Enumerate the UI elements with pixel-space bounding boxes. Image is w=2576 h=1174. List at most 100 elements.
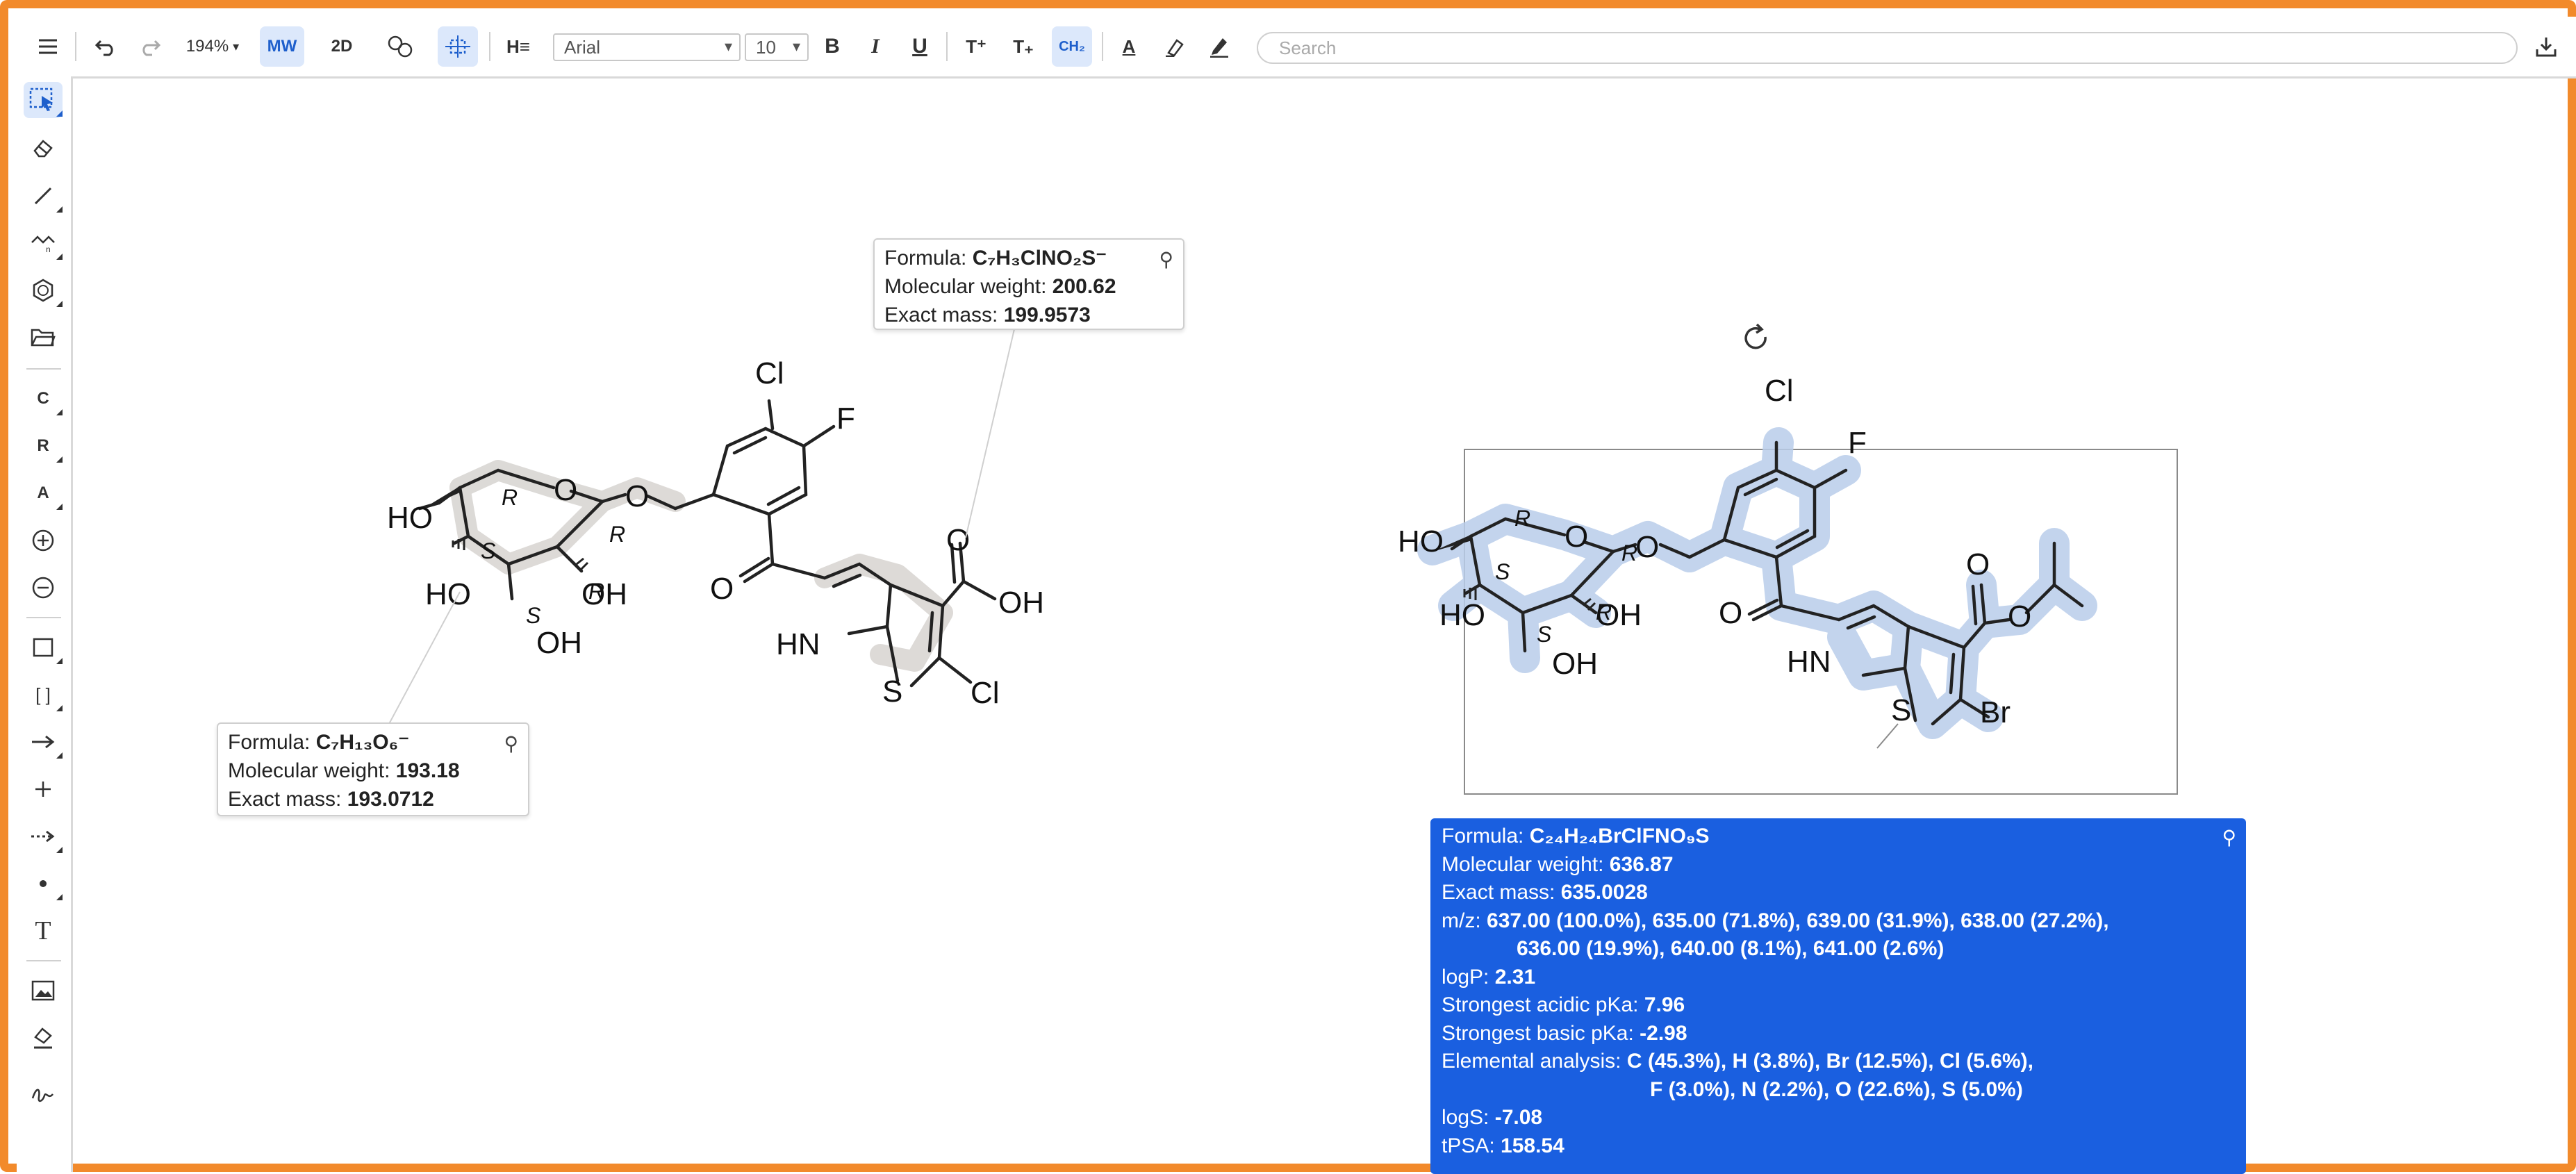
open-icon[interactable] [24, 320, 63, 356]
image-icon[interactable] [24, 973, 63, 1009]
acidic-pka-value: 7.96 [1644, 993, 1685, 1016]
dotted-arrow-icon[interactable] [24, 818, 63, 854]
font-size-select[interactable]: 10 ▾ [745, 33, 809, 61]
chain-icon[interactable]: n [24, 225, 63, 261]
italic-icon: I [871, 35, 880, 58]
download-icon[interactable] [2529, 26, 2563, 67]
dot-icon[interactable] [24, 866, 63, 902]
property-row: Formula: C₂₄H₂₄BrClFNO₉S [1442, 822, 2235, 851]
property-row: Strongest basic pKa: -2.98 [1442, 1020, 2235, 1048]
bracket-label: [ ] [35, 684, 51, 705]
search-input[interactable]: Search [1257, 32, 2518, 64]
bold-icon: B [825, 35, 840, 58]
bold-button[interactable]: B [817, 26, 848, 67]
formula-label: CH₂ [1059, 38, 1085, 54]
font-family-select[interactable]: Arial ▾ [553, 33, 741, 61]
pen-icon[interactable] [1202, 26, 1237, 67]
logp-value: 2.31 [1494, 965, 1536, 989]
subscript-label: T₊ [1013, 35, 1034, 57]
plus-charge-icon[interactable] [24, 522, 63, 559]
logs-value: -7.08 [1494, 1106, 1543, 1129]
plus-icon[interactable] [24, 771, 63, 807]
minus-charge-icon[interactable] [24, 570, 63, 606]
atom-c-button[interactable]: C [24, 381, 63, 417]
right-molecule-highlight [1417, 427, 2097, 739]
expand-icon [56, 658, 63, 664]
acidic-pka-label: Strongest acidic pKa: [1442, 993, 1639, 1016]
bond-icon[interactable] [24, 178, 63, 214]
signature-icon[interactable] [24, 1077, 63, 1113]
mz-value: 636.00 (19.9%), 640.00 (8.1%), 641.00 (2… [1517, 937, 1945, 960]
property-row: tPSA: 158.54 [1442, 1132, 2235, 1161]
atom-label: F [1848, 426, 1867, 460]
redo-icon[interactable] [132, 26, 167, 67]
elemental-value: F (3.0%), N (2.2%), O (22.6%), S (5.0%) [1650, 1077, 2023, 1101]
center-icon[interactable] [438, 26, 478, 67]
molecule-properties-panel: Formula: C₂₄H₂₄BrClFNO₉S Molecular weigh… [1430, 818, 2246, 1174]
tpsa-value: 158.54 [1501, 1134, 1564, 1157]
atom-label: HO [1439, 598, 1485, 632]
basic-pka-label: Strongest basic pKa: [1442, 1021, 1634, 1045]
elemental-label: Elemental analysis: [1442, 1050, 1621, 1073]
toolbar-divider [26, 368, 61, 370]
ring-icon[interactable] [24, 272, 63, 308]
stereo-label: S [1495, 559, 1510, 584]
atom-r-label: R [37, 436, 49, 455]
mw-toggle[interactable]: MW [260, 26, 304, 67]
clean-icon[interactable] [381, 26, 420, 67]
mw-label: MW [267, 37, 297, 56]
marker-icon[interactable] [1157, 26, 1192, 67]
atom-c-label: C [37, 389, 49, 408]
logs-label: logS: [1442, 1106, 1489, 1129]
menu-icon[interactable] [31, 26, 65, 67]
eraser-icon[interactable] [24, 131, 63, 167]
underline-button[interactable]: U [905, 26, 935, 67]
atom-label: O [1564, 520, 1588, 554]
paint-icon[interactable] [24, 1020, 63, 1056]
text-color-button[interactable]: A [1112, 26, 1146, 67]
mz-label: m/z: [1442, 909, 1481, 932]
drawing-canvas[interactable]: HO O O Cl F O OH O HN S Cl HO OH OH R R … [73, 78, 2576, 1174]
text-color-label: A [1122, 35, 1136, 57]
text-tool-label: T [35, 916, 51, 945]
toolbar-divider [26, 960, 61, 961]
atom-r-button[interactable]: R [24, 428, 63, 464]
app-frame: 194% ▾ MW 2D H≡ Arial ▾ 10 ▾ B I U T⁺ T₊ CH… [0, 0, 2576, 1174]
atom-label: Br [1980, 695, 2011, 729]
arrow-icon[interactable] [24, 724, 63, 760]
tpsa-label: tPSA: [1442, 1134, 1495, 1157]
atom-label: O [1635, 530, 1659, 564]
expand-icon [56, 705, 63, 711]
atom-label: O [2008, 600, 2031, 634]
basic-pka-value: -2.98 [1640, 1021, 1687, 1045]
text-tool-button[interactable]: T [24, 913, 63, 949]
italic-button[interactable]: I [860, 26, 891, 67]
superscript-button[interactable]: T⁺ [959, 26, 993, 67]
select-icon[interactable] [24, 82, 63, 118]
svg-text:n: n [46, 245, 51, 254]
pin-icon[interactable]: ⚲ [2222, 824, 2236, 852]
rectangle-icon[interactable] [24, 629, 63, 665]
property-row: logS: -7.08 [1442, 1104, 2235, 1132]
undo-icon[interactable] [89, 26, 124, 67]
toolbar-divider [75, 32, 76, 61]
atom-a-button[interactable]: A [24, 475, 63, 511]
atom-label: Cl [1765, 374, 1794, 408]
zoom-select[interactable]: 194% ▾ [178, 26, 247, 67]
bracket-button[interactable]: [ ] [24, 677, 63, 713]
formula-value: C₂₄H₂₄BrClFNO₉S [1529, 825, 1710, 848]
atom-label: S [1891, 693, 1911, 727]
subscript-button[interactable]: T₊ [1006, 26, 1041, 67]
expand-icon [56, 110, 63, 117]
atom-label: O [1966, 547, 1990, 581]
toolbar-divider [489, 32, 490, 61]
search-placeholder: Search [1279, 37, 1337, 58]
elemental-value: C (45.3%), H (3.8%), Br (12.5%), Cl (5.6… [1626, 1050, 2033, 1073]
chevron-down-icon: ▾ [792, 38, 800, 55]
view-2d-button[interactable]: 2D [320, 26, 364, 67]
mass-value: 635.0028 [1560, 881, 1648, 904]
chevron-down-icon: ▾ [724, 38, 732, 55]
expand-icon [56, 847, 63, 853]
heading-button[interactable]: H≡ [499, 26, 538, 67]
formula-button[interactable]: CH₂ [1052, 26, 1092, 67]
